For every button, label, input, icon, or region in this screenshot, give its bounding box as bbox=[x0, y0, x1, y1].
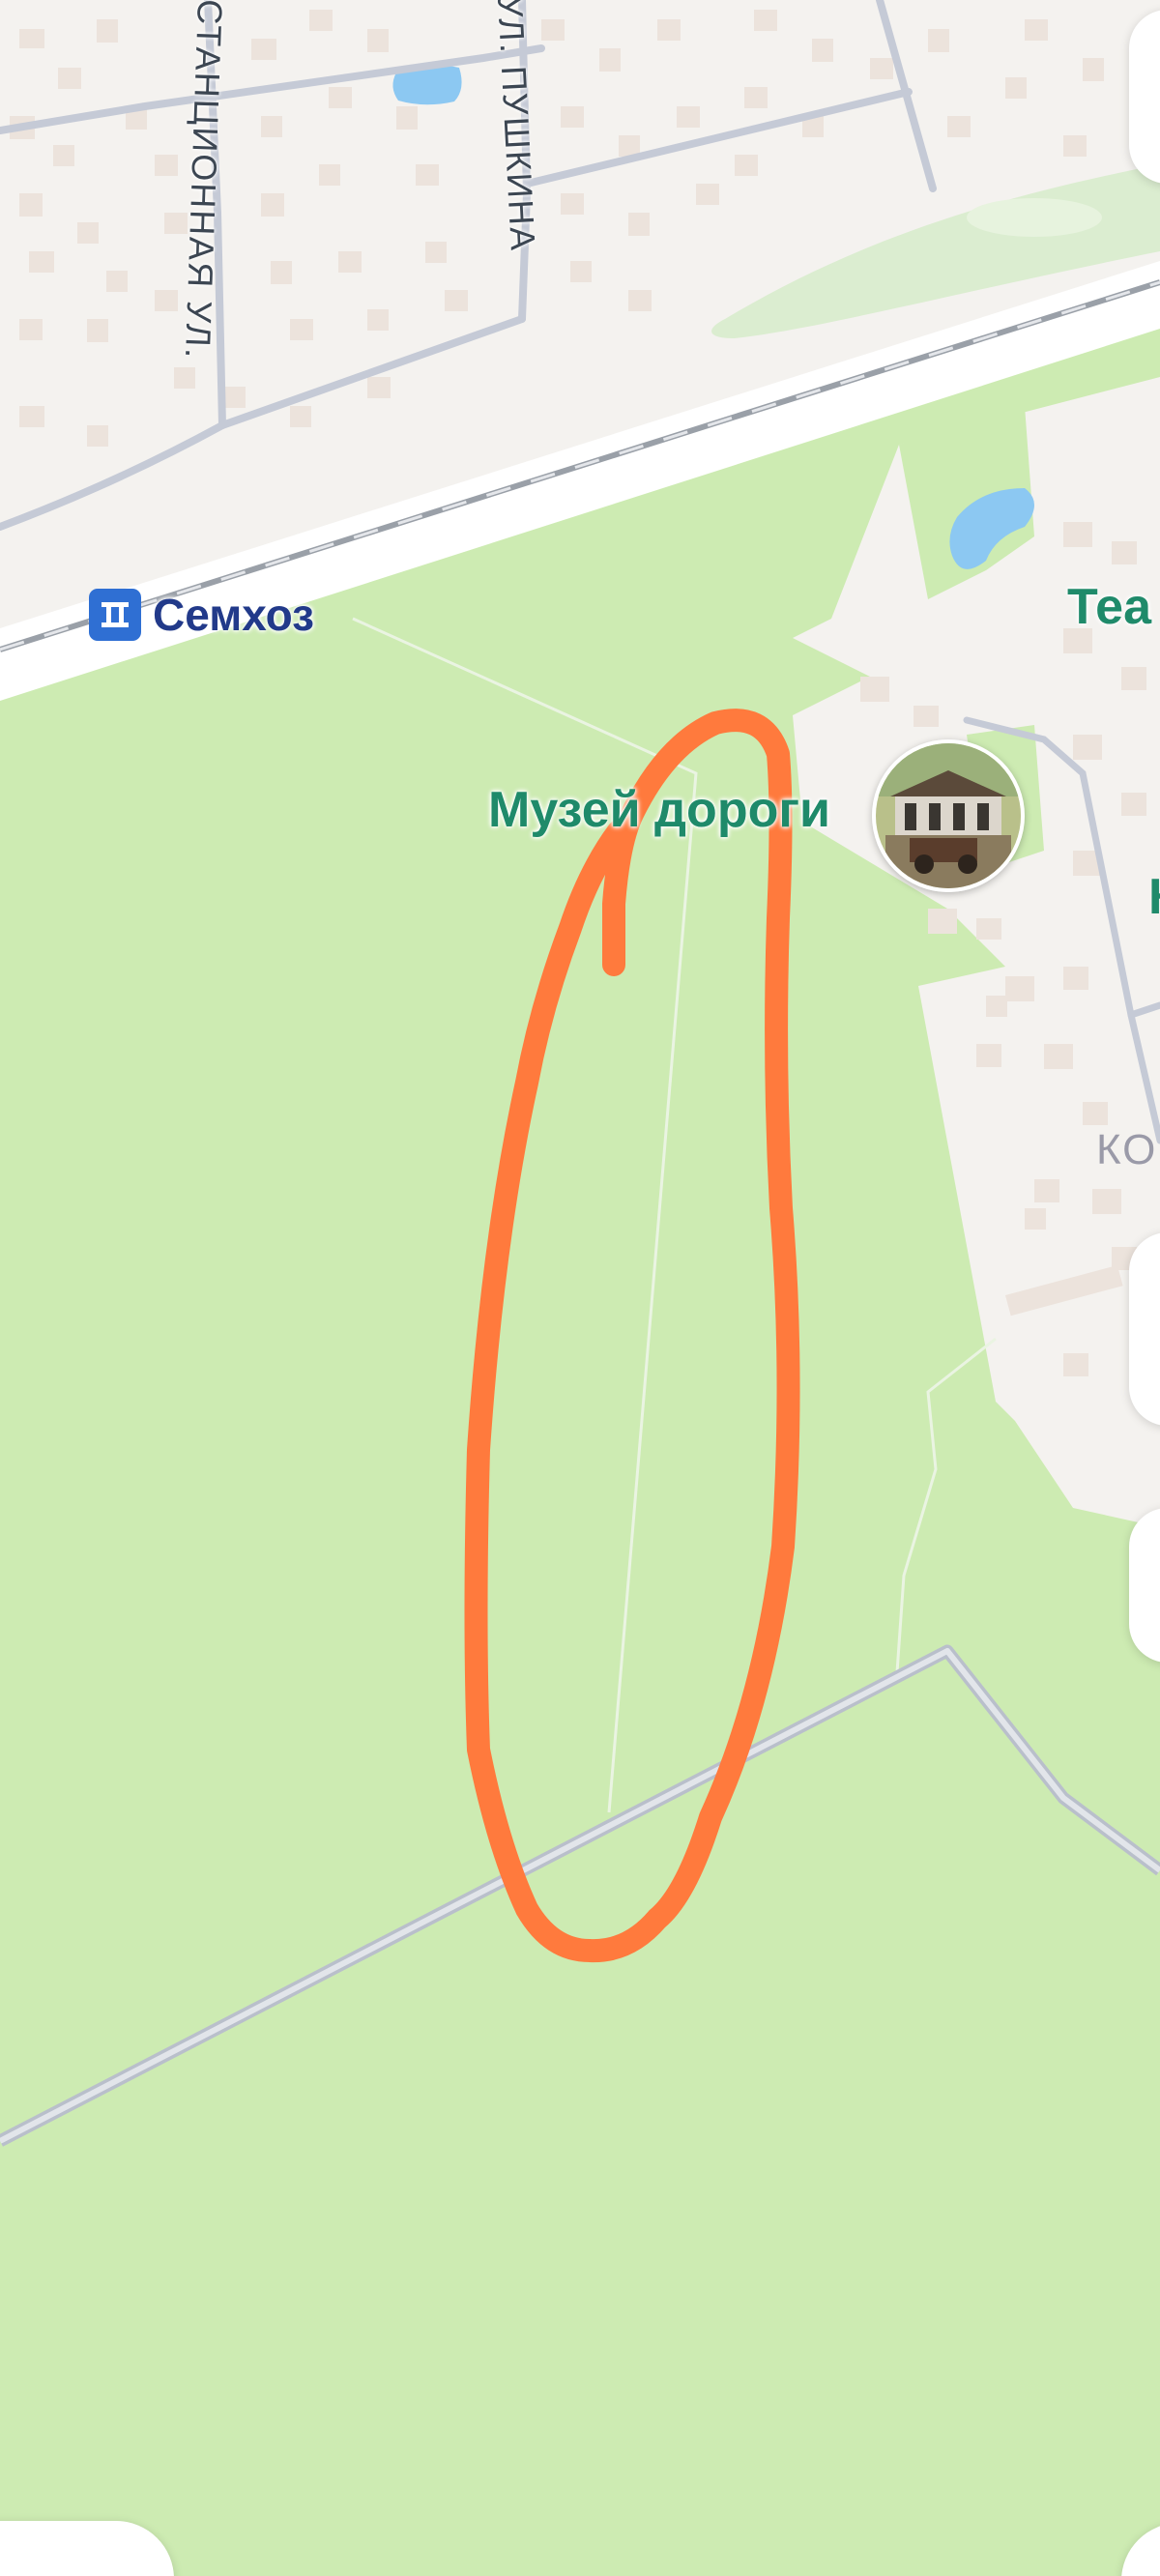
forest-road bbox=[0, 1648, 1160, 2144]
location-button[interactable] bbox=[1129, 1508, 1160, 1663]
district-label-partial: КО bbox=[1096, 1126, 1158, 1173]
map-canvas[interactable] bbox=[0, 0, 1160, 2576]
poi-label-partial[interactable]: К bbox=[1148, 868, 1160, 926]
freehand-annotation bbox=[464, 709, 800, 1963]
museum-photo-thumbnail bbox=[876, 743, 1021, 888]
poi-label[interactable]: Музей дороги bbox=[488, 781, 830, 839]
map-control-button[interactable] bbox=[1129, 10, 1160, 184]
park-area bbox=[967, 198, 1102, 237]
map-view[interactable]: СТАНЦИОННАЯ УЛ. УЛ. ПУШКИНА Семхоз Музей… bbox=[0, 0, 1160, 2576]
forest-road bbox=[0, 1644, 1160, 2147]
poi-photo-pin[interactable] bbox=[872, 739, 1025, 892]
station-name: Семхоз bbox=[153, 590, 315, 640]
train-station-icon bbox=[89, 589, 141, 641]
poi-label-partial[interactable]: Теа bbox=[1067, 578, 1151, 636]
station-marker[interactable]: Семхоз bbox=[89, 588, 314, 642]
zoom-control-button[interactable] bbox=[1129, 1232, 1160, 1426]
